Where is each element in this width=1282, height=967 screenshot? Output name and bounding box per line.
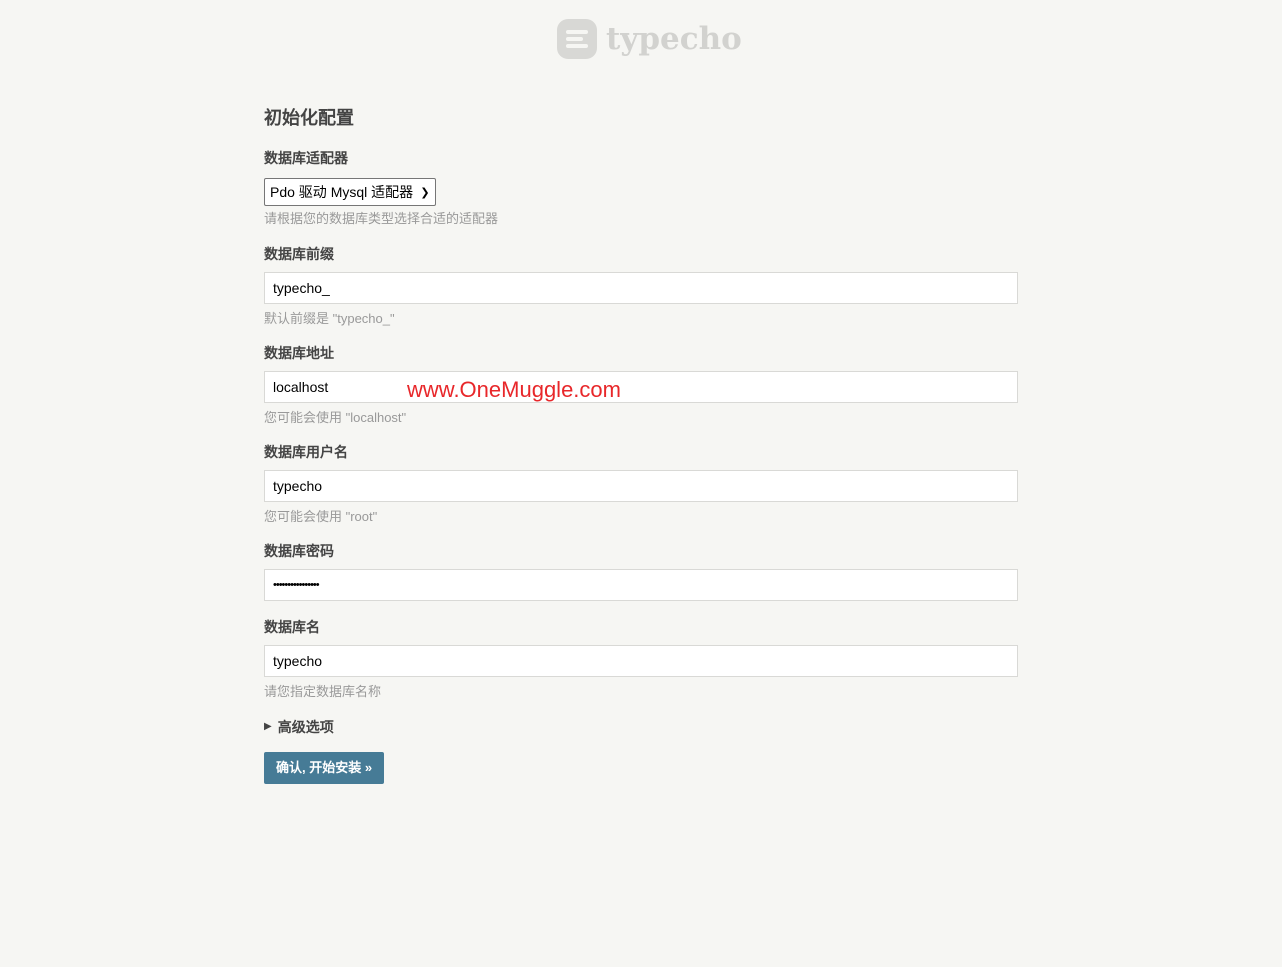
password-label: 数据库密码 [264,543,334,559]
watermark-text: www.OneMuggle.com [407,377,621,402]
user-label: 数据库用户名 [264,444,348,460]
typecho-logo: typecho [557,18,742,60]
advanced-options-toggle[interactable]: ▶ 高级选项 [264,717,1018,737]
chevron-down-icon: ❯ [420,186,430,199]
user-description: 您可能会使用 "root" [264,509,378,524]
adapter-description: 请根据您的数据库类型选择合适的适配器 [264,211,499,226]
prefix-label: 数据库前缀 [264,246,334,262]
install-submit-button[interactable]: 确认, 开始安装 » [264,752,385,784]
user-input[interactable]: typecho [264,470,1018,502]
password-input[interactable]: •••••••••••••••• [264,569,1018,601]
adapter-selected-value: Pdo 驱动 Mysql 适配器 [270,184,414,200]
prefix-input[interactable]: typecho_ [264,272,1018,304]
typecho-logo-icon [557,19,597,59]
host-label: 数据库地址 [264,345,334,361]
adapter-label: 数据库适配器 [264,150,348,166]
host-input[interactable]: localhost [264,371,1018,403]
host-description: 您可能会使用 "localhost" [264,410,407,425]
adapter-select[interactable]: Pdo 驱动 Mysql 适配器 ❯ [264,178,436,206]
prefix-description: 默认前缀是 "typecho_" [264,311,395,326]
page-title: 初始化配置 [264,108,354,128]
logo-text: typecho [606,21,742,57]
dbname-label: 数据库名 [264,619,320,635]
install-form: 初始化配置 数据库适配器 Pdo 驱动 Mysql 适配器 ❯ 请根据您的数据库… [264,104,1018,784]
advanced-options-label: 高级选项 [277,719,334,735]
dbname-description: 请您指定数据库名称 [264,684,382,699]
dbname-input[interactable]: typecho [264,645,1018,677]
triangle-right-icon: ▶ [264,721,272,732]
